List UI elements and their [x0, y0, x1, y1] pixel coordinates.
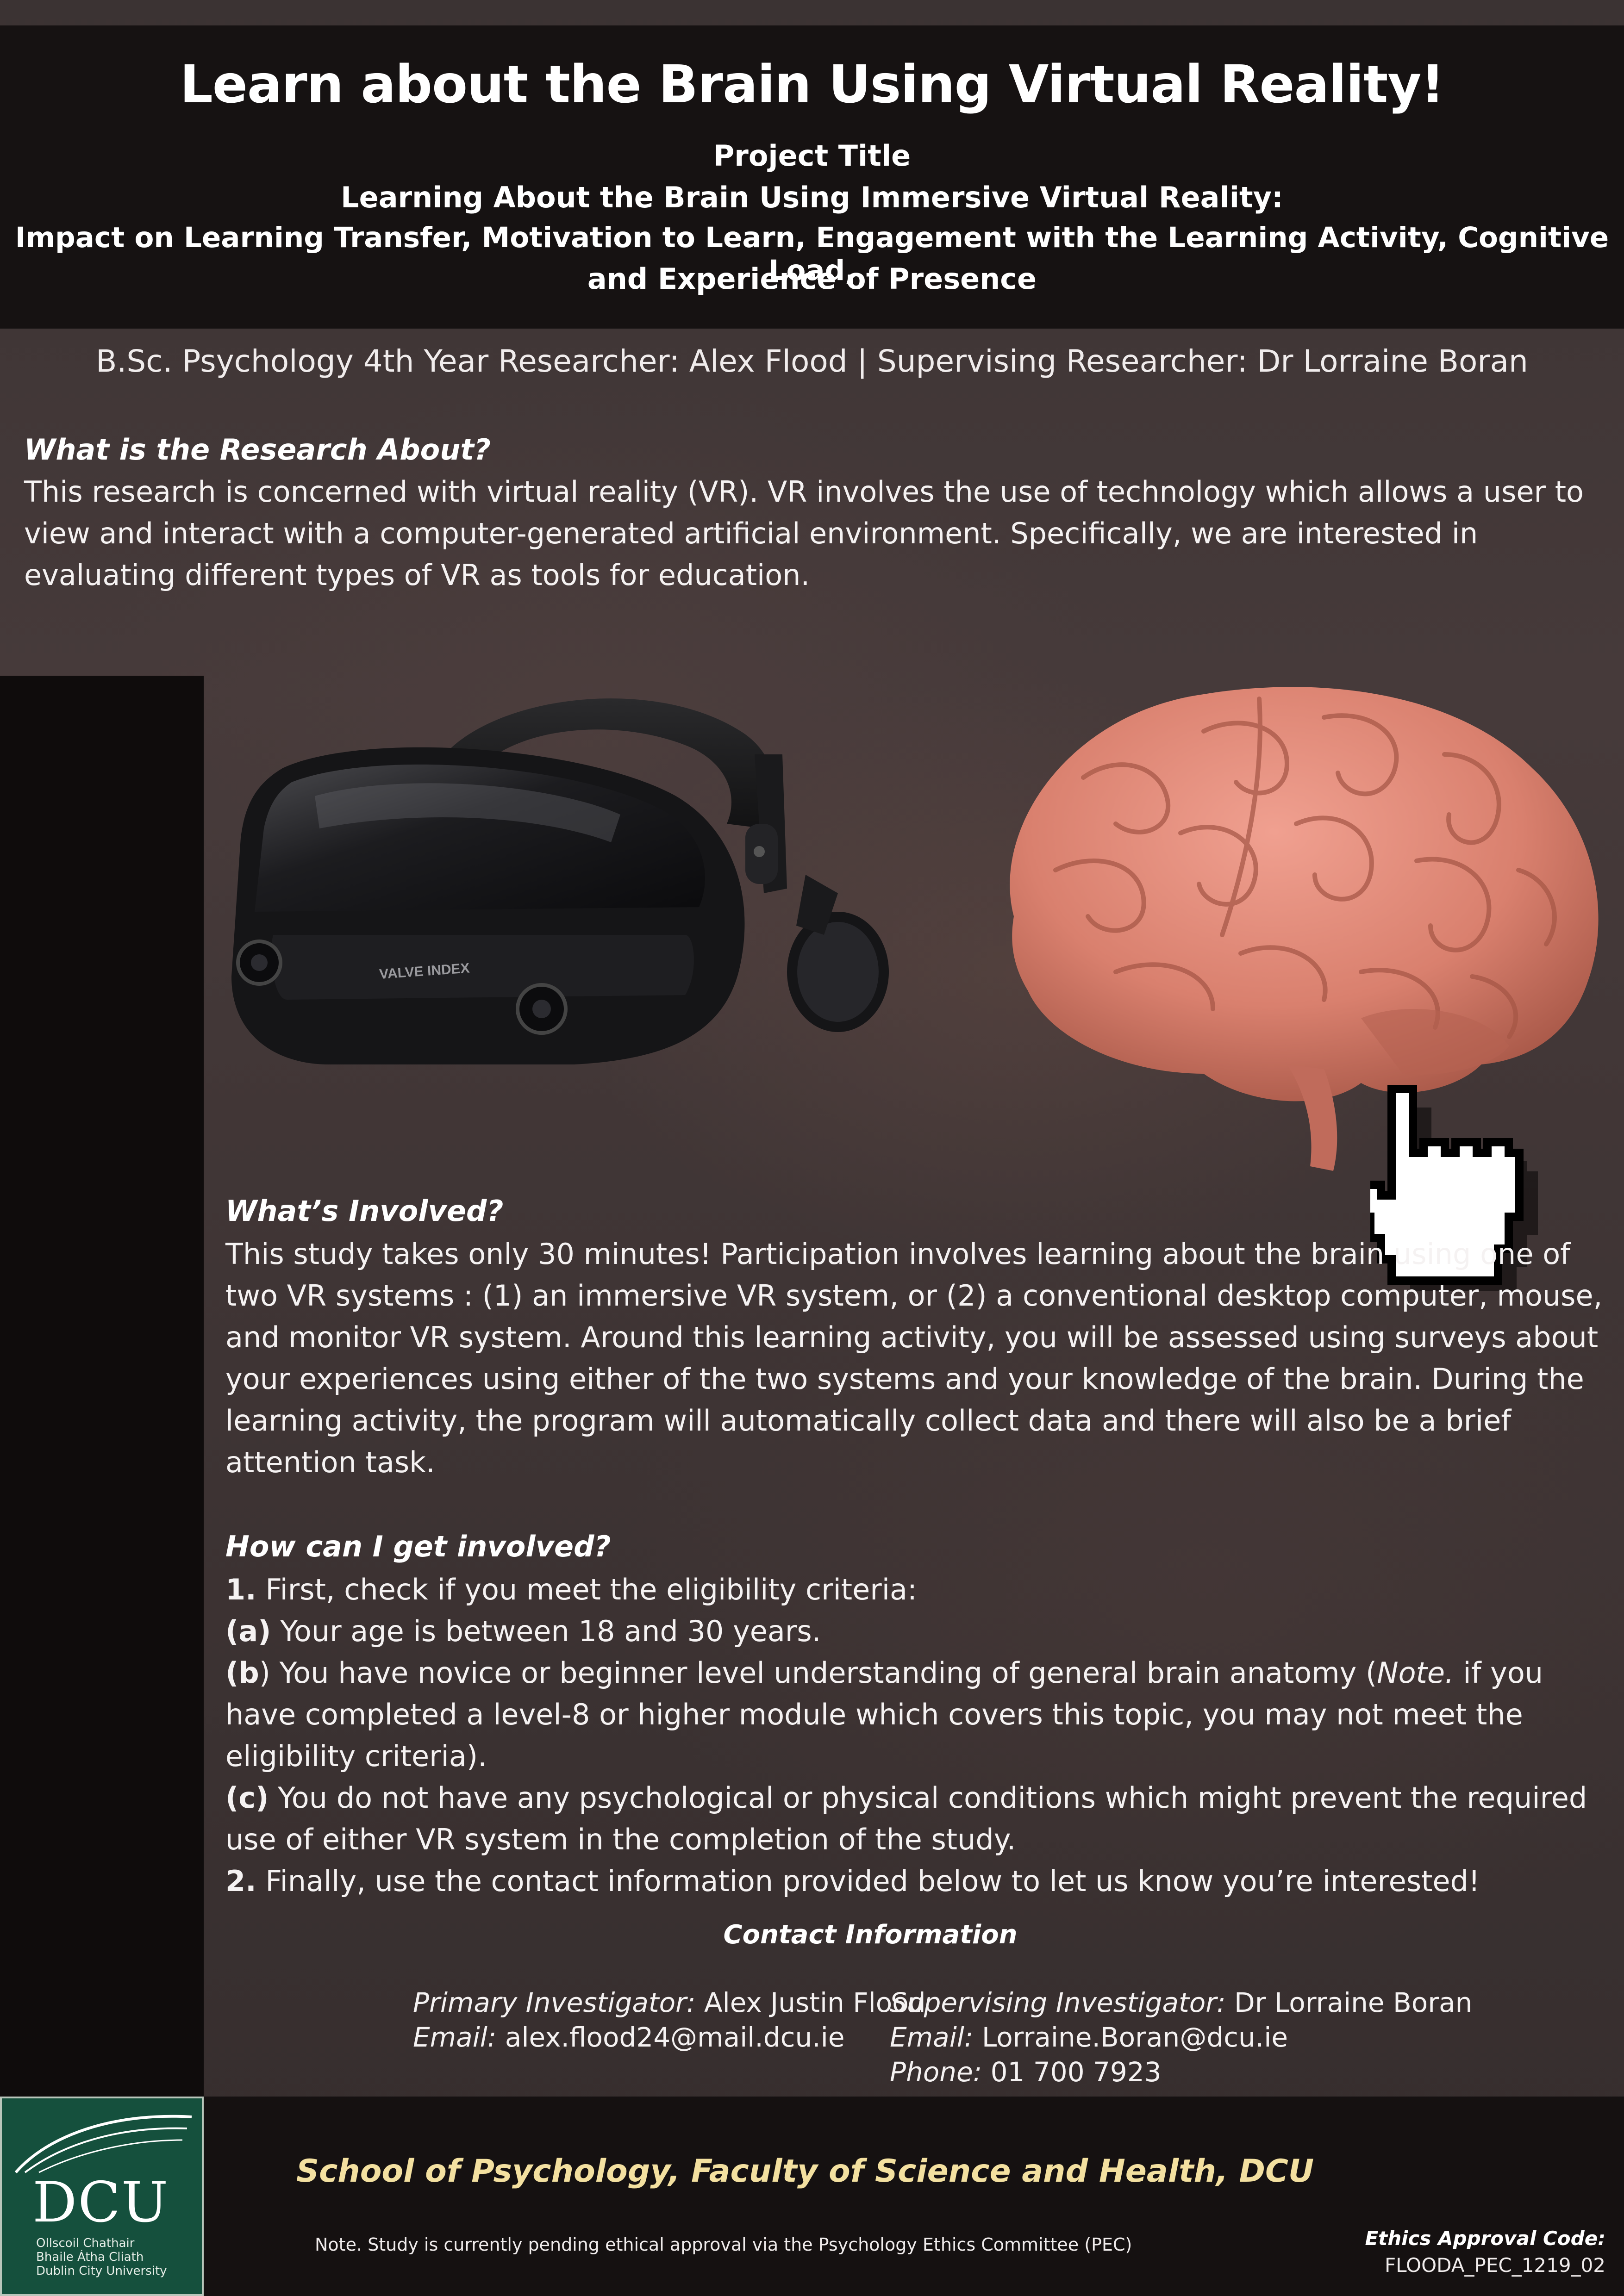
- criterion-b: (b) You have novice or beginner level un…: [225, 1656, 1543, 1773]
- dcu-wordmark: DCU: [32, 2171, 169, 2235]
- project-title-line-1: Learning About the Brain Using Immersive…: [341, 180, 1283, 214]
- dcu-sub-3: Dublin City University: [36, 2264, 167, 2278]
- poster: Learn about the Brain Using Virtual Real…: [0, 0, 1624, 2296]
- project-title-label: Project Title: [713, 139, 911, 173]
- get-involved-body: 1. First, check if you meet the eligibil…: [225, 1569, 1614, 1902]
- vr-headset-icon: VALVE INDEX: [231, 698, 889, 1064]
- get-involved-heading: How can I get involved?: [225, 1530, 611, 1563]
- project-title-line-3: and Experience of Presence: [587, 262, 1037, 296]
- school-line: School of Psychology, Faculty of Science…: [296, 2153, 1314, 2190]
- criterion-c: (c) You do not have any psychological or…: [225, 1781, 1587, 1856]
- step-1: 1. First, check if you meet the eligibil…: [225, 1573, 917, 1606]
- dcu-sub-2: Bhaile Átha Cliath: [36, 2250, 144, 2264]
- research-about-body: This research is concerned with virtual …: [24, 475, 1584, 592]
- ethics-code-label: Ethics Approval Code:: [1365, 2227, 1605, 2250]
- primary-investigator-contact: Primary Investigator: Alex Justin Flood …: [413, 1987, 926, 2053]
- research-about-heading: What is the Research About?: [24, 433, 491, 467]
- whats-involved-heading: What’s Involved?: [225, 1194, 504, 1228]
- footer-band: [0, 2097, 1624, 2296]
- dcu-sub-1: Ollscoil Chathair: [36, 2236, 135, 2250]
- step-2: 2. Finally, use the contact information …: [225, 1864, 1480, 1898]
- ethics-code: FLOODA_PEC_1219_02: [1384, 2254, 1605, 2277]
- supervising-investigator-contact: Supervising Investigator: Dr Lorraine Bo…: [890, 1987, 1473, 2088]
- supervisor-email-link[interactable]: Lorraine.Boran@dcu.ie: [973, 2022, 1288, 2053]
- whats-involved-body: This study takes only 30 minutes! Partic…: [225, 1237, 1603, 1479]
- criterion-a: (a) Your age is between 18 and 30 years.: [225, 1614, 821, 1648]
- supervisor-phone: 01 700 7923: [982, 2056, 1162, 2088]
- dcu-logo-swoosh-icon: [14, 2115, 192, 2173]
- researchers-line: B.Sc. Psychology 4th Year Researcher: Al…: [96, 343, 1528, 379]
- left-dark-bar: [0, 676, 204, 2097]
- primary-email-link[interactable]: alex.flood24@mail.dcu.ie: [496, 2022, 845, 2053]
- page-title: Learn about the Brain Using Virtual Real…: [180, 55, 1444, 115]
- contact-heading: Contact Information: [723, 1920, 1018, 1950]
- ethics-note: Note. Study is currently pending ethical…: [315, 2234, 1132, 2255]
